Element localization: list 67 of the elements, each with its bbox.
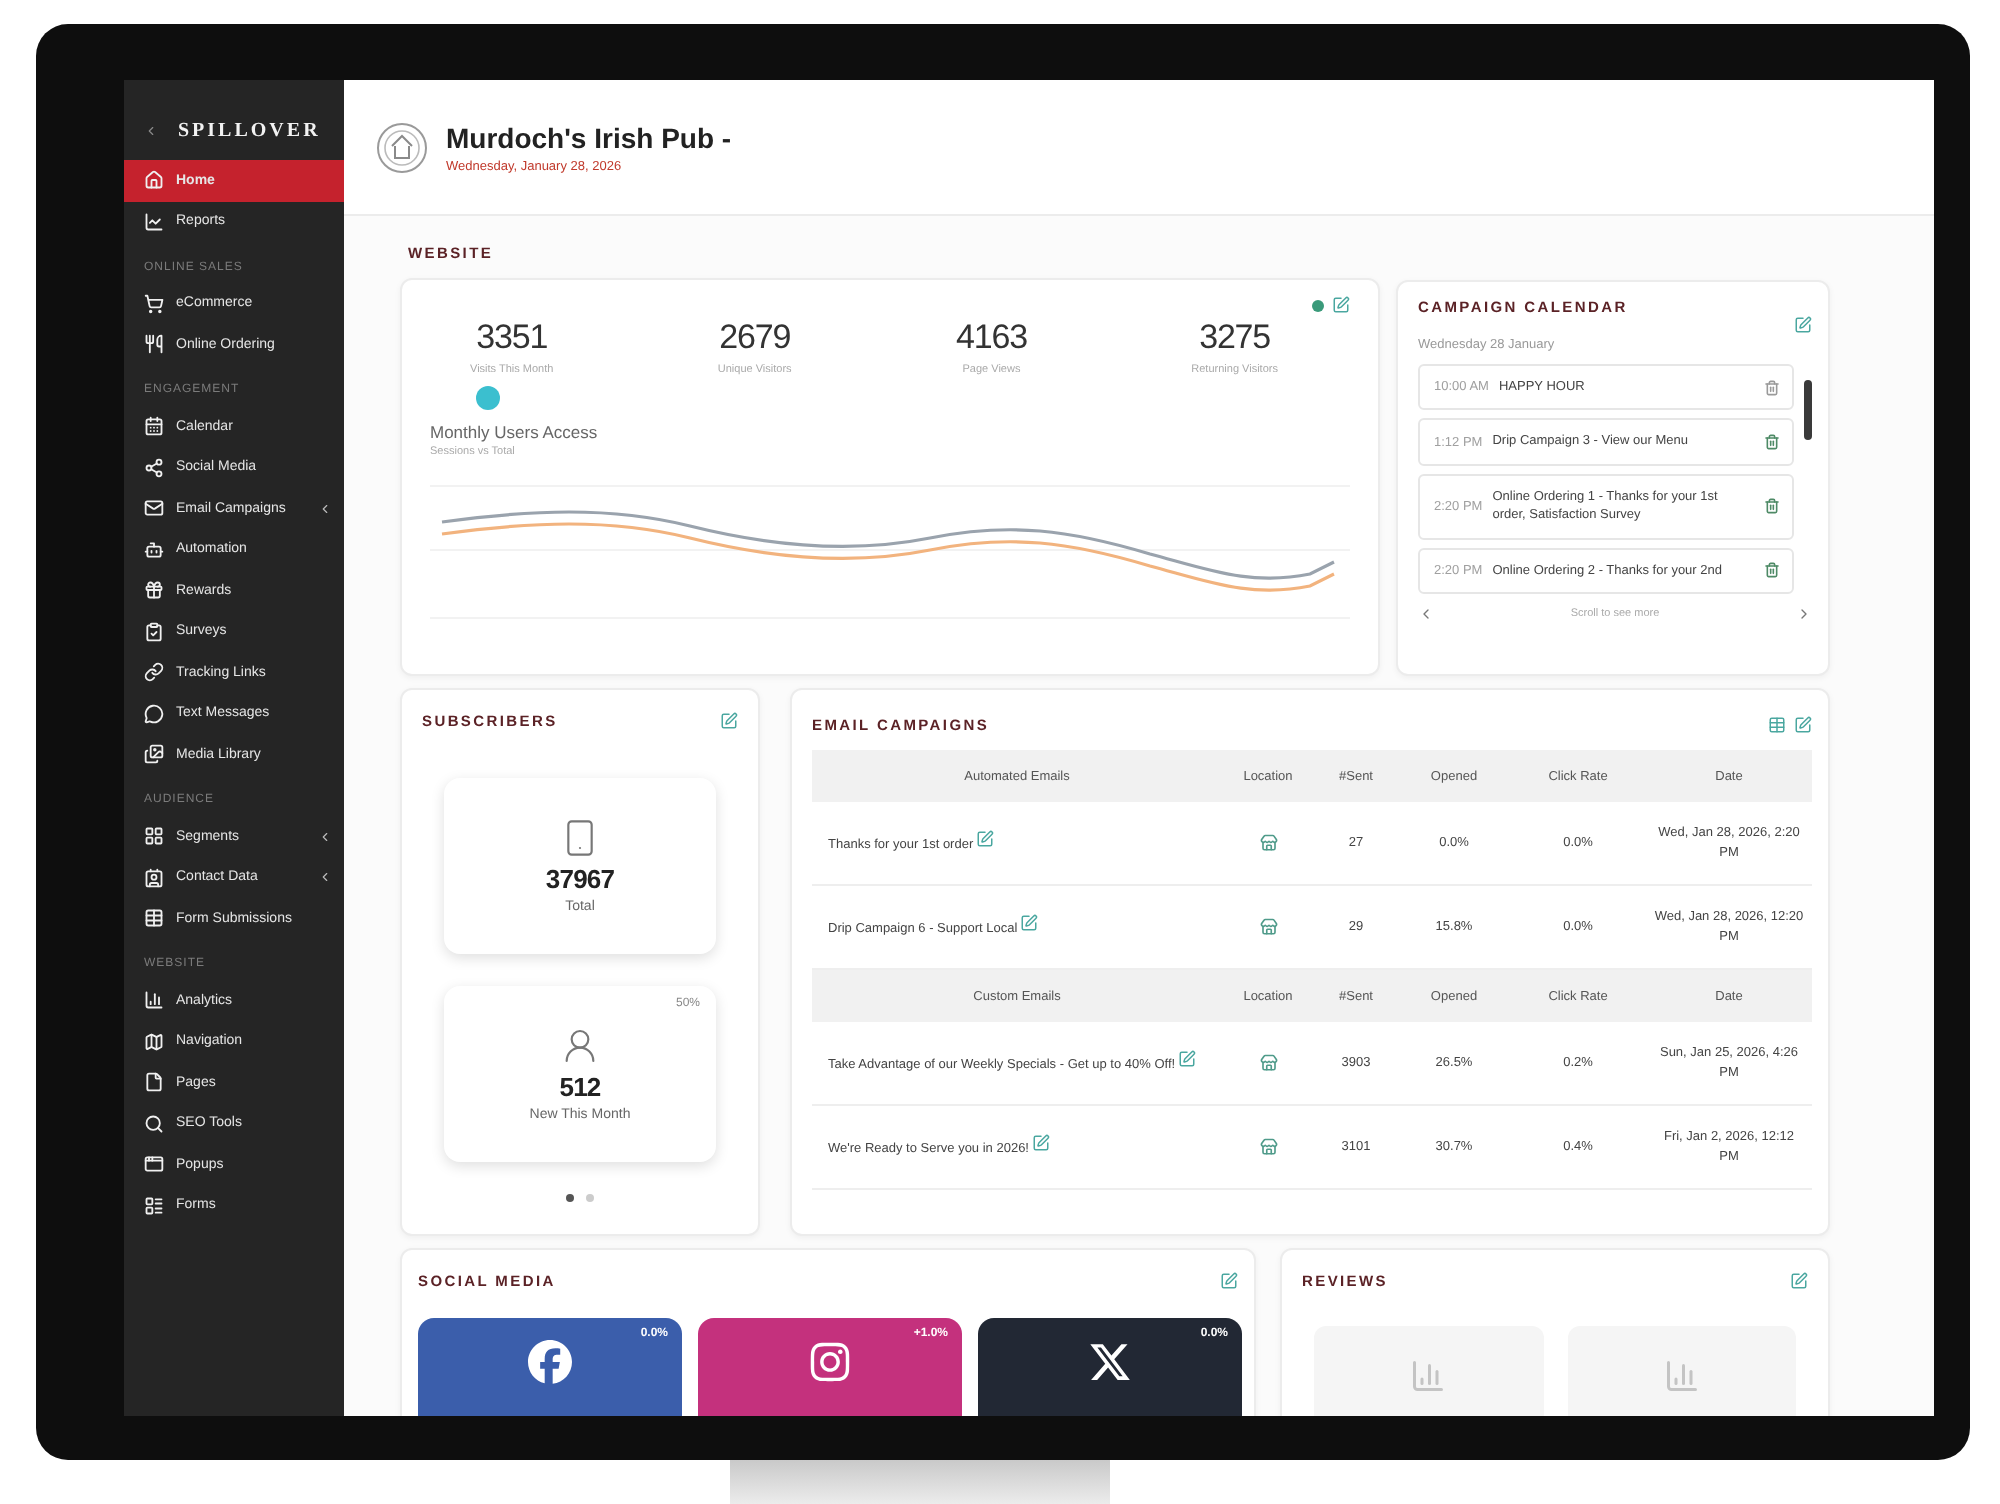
stat-value: 3275 — [1199, 318, 1271, 358]
list-icon — [144, 1195, 164, 1216]
grid-icon — [144, 826, 164, 847]
window-icon — [144, 1154, 164, 1175]
chevron-left-icon[interactable] — [1418, 606, 1434, 623]
subscriber-count: 37967 — [545, 864, 615, 894]
logo: SPILLOVER — [178, 119, 321, 141]
edit-icon[interactable] — [1794, 715, 1812, 733]
edit-icon[interactable] — [1032, 1134, 1051, 1153]
chevron-left-icon[interactable] — [318, 501, 332, 516]
bar-chart-icon — [1663, 1358, 1700, 1394]
line-chart-icon — [144, 211, 164, 232]
cart-icon — [144, 293, 164, 314]
envelope-icon — [144, 498, 164, 519]
x-logo-icon — [1088, 1340, 1132, 1384]
trash-icon[interactable] — [1764, 498, 1780, 515]
scrollbar-thumb[interactable] — [1804, 380, 1812, 440]
utensils-icon — [144, 334, 164, 355]
trash-icon[interactable] — [1764, 379, 1780, 396]
edit-icon[interactable] — [976, 830, 995, 849]
contact-card-icon — [144, 867, 164, 888]
subscriber-count: 512 — [559, 1072, 601, 1102]
chevron-left-icon[interactable] — [318, 829, 332, 844]
file-icon — [144, 1072, 164, 1093]
trash-icon[interactable] — [1764, 434, 1780, 451]
table-icon[interactable] — [1768, 715, 1786, 733]
stat-value: 4163 — [956, 318, 1027, 358]
images-icon — [144, 744, 164, 765]
table-icon — [144, 908, 164, 929]
chart-title: Monthly Users Access — [430, 422, 600, 442]
instagram-icon — [808, 1340, 852, 1384]
store-icon — [1259, 918, 1277, 936]
calendar-icon — [144, 416, 164, 437]
stat-value: 2679 — [719, 318, 791, 358]
chevron-left-icon[interactable] — [318, 870, 332, 885]
search-icon — [144, 1113, 164, 1134]
stat-value: 3351 — [476, 318, 548, 358]
store-icon — [1259, 834, 1277, 852]
chat-bubble-icon — [144, 703, 164, 724]
store-icon — [1259, 1054, 1277, 1072]
bar-chart-icon — [1410, 1358, 1447, 1394]
store-icon — [1259, 1138, 1277, 1156]
chevron-left-icon[interactable] — [144, 123, 158, 137]
clipboard-icon — [144, 621, 164, 642]
page-dot[interactable] — [566, 1194, 574, 1202]
bar-chart-icon — [144, 990, 164, 1011]
person-icon — [560, 1026, 600, 1066]
edit-icon[interactable] — [1790, 1271, 1808, 1289]
dot-icon — [476, 386, 500, 410]
page-title: Murdoch's Irish Pub - — [446, 121, 732, 153]
edit-icon[interactable] — [1020, 914, 1039, 933]
facebook-icon — [528, 1340, 572, 1384]
link-icon — [144, 662, 164, 683]
page-dot[interactable] — [586, 1194, 594, 1202]
pub-logo — [376, 121, 428, 173]
edit-icon[interactable] — [1794, 316, 1812, 334]
status-dot-icon — [1312, 299, 1324, 311]
edit-icon[interactable] — [1178, 1050, 1197, 1069]
trash-icon[interactable] — [1764, 562, 1780, 579]
map-icon — [144, 1031, 164, 1052]
robot-icon — [144, 539, 164, 560]
edit-icon[interactable] — [1220, 1271, 1238, 1289]
house-icon — [144, 170, 164, 191]
share-icon — [144, 457, 164, 478]
edit-icon[interactable] — [1332, 296, 1350, 314]
edit-icon[interactable] — [720, 711, 738, 729]
gift-icon — [144, 580, 164, 601]
